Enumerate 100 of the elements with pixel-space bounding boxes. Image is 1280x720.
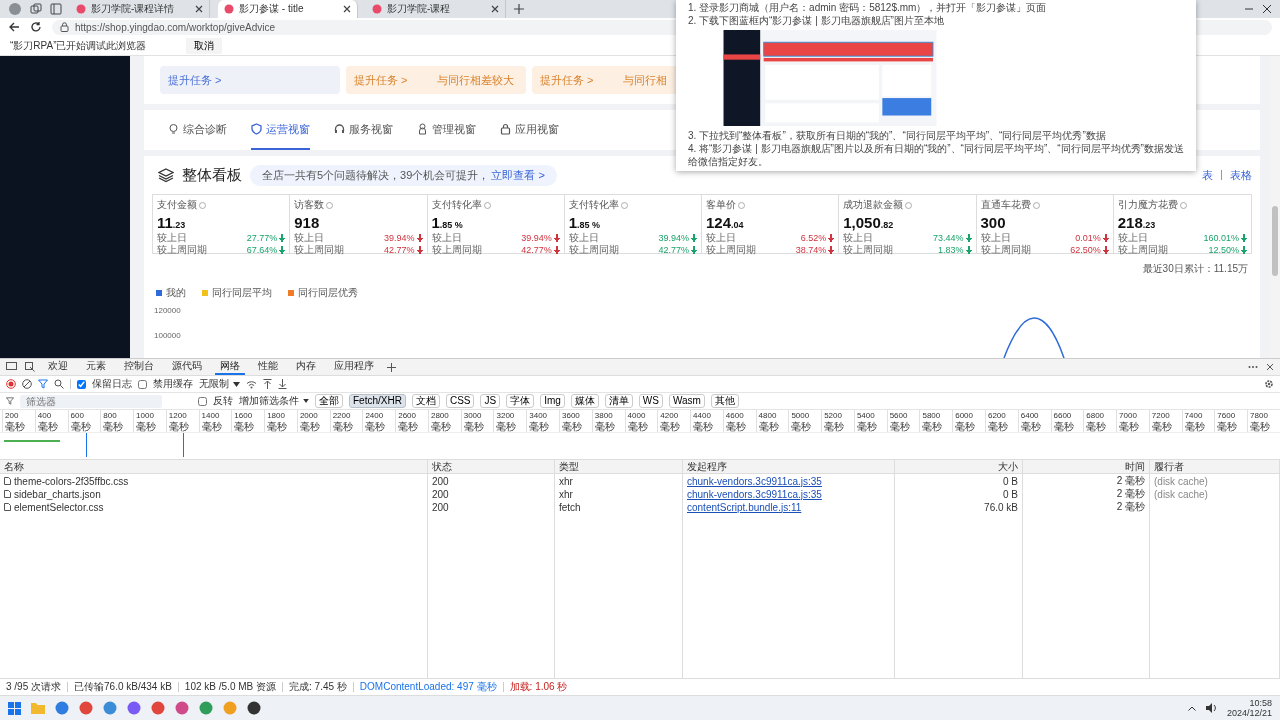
type-filter-chip[interactable]: 字体 [506,394,535,408]
clock[interactable]: 10:58 2024/12/21 [1226,698,1272,718]
download-icon[interactable] [278,379,287,389]
clear-icon[interactable] [22,379,32,389]
info-icon [1179,201,1187,209]
type-filter-chip[interactable]: 清单 [604,394,633,408]
tick-unit: 毫秒 [365,421,386,432]
view-tab[interactable]: 综合诊断 [168,110,227,150]
table-cell: 0 B [1003,488,1018,500]
view-tab[interactable]: 服务视窗 [334,110,393,150]
invert-checkbox[interactable] [198,396,207,406]
wifi-icon[interactable] [246,379,257,389]
task-link[interactable]: 提升任务 > [168,72,222,88]
comparison-label: 较上日 [431,232,462,244]
inspect-icon[interactable] [25,362,35,372]
filter-field[interactable]: 筛选器 [20,394,162,408]
timeline-tick-label: 1000 [136,410,154,421]
chevron-up-icon[interactable] [1187,705,1196,711]
type-filter-chip[interactable]: Wasm [668,394,705,408]
devtools-tab[interactable]: 欢迎 [43,359,73,375]
timeline-tick-label: 7600 [1217,410,1236,421]
device-icon[interactable] [6,362,17,372]
devtools-tab[interactable]: 应用程序 [329,359,379,375]
settings-icon[interactable] [1264,379,1274,389]
plus-icon[interactable] [514,4,524,14]
view-tab[interactable]: 管理视窗 [417,110,476,150]
type-filter-chip[interactable]: 文档 [411,394,440,408]
y-tick-label: 120000 [154,306,181,315]
info-icon [483,201,491,209]
devtools-tab[interactable]: 网络 [215,359,245,375]
devtools-tab[interactable]: 源代码 [167,359,207,375]
add-filter-dropdown[interactable]: 增加筛选条件 [239,394,309,408]
browser-tab[interactable]: 影刀参谋 - title [218,0,358,18]
plus-icon[interactable] [387,362,396,372]
request-name[interactable]: sidebar_charts.json [14,488,101,500]
close-icon[interactable] [343,5,351,13]
lock-icon [500,123,511,135]
tick-unit: 毫秒 [332,421,353,432]
disable-cache-checkbox[interactable] [138,379,147,389]
view-switch-link[interactable]: 表 [1202,167,1213,183]
column-header[interactable]: 时间 [1023,460,1150,474]
windows-logo-icon[interactable] [8,701,21,715]
column-header[interactable]: 名称 [0,460,428,474]
timeline-tick-label: 200 [5,410,19,421]
type-filter-chip[interactable]: 媒体 [570,394,599,408]
timeline-tick-label: 4400 [693,410,711,421]
back-icon[interactable] [8,21,20,33]
throttle-dropdown[interactable]: 无限制 [199,377,240,391]
speaker-icon[interactable] [1205,703,1217,713]
metric-value: 918 [294,214,320,231]
close-icon[interactable] [195,5,203,13]
initiator-link[interactable]: chunk-vendors.3c9911ca.js:35 [687,488,822,500]
view-tab[interactable]: 应用视窗 [500,110,559,150]
timeline-tick-label: 2400 [365,410,384,421]
devtools-tab[interactable]: 内存 [291,359,321,375]
column-header[interactable]: 履行者 [1150,460,1280,474]
record-icon[interactable] [6,379,16,389]
profile-icon[interactable] [8,2,22,16]
column-header[interactable]: 大小 [895,460,1023,474]
search-icon[interactable] [54,379,64,389]
workspaces-icon[interactable] [30,3,42,15]
close-icon[interactable] [1262,4,1272,14]
request-name[interactable]: elementSelector.css [14,501,104,513]
timeline-tick-label: 5600 [889,410,908,421]
column-header[interactable]: 状态 [428,460,555,474]
close-icon[interactable] [491,5,499,13]
type-filter-chip[interactable]: 全部 [315,394,343,408]
type-filter-chip[interactable]: Fetch/XHR [349,394,406,408]
upload-icon[interactable] [263,379,272,389]
close-icon[interactable] [1266,363,1274,371]
initiator-link[interactable]: chunk-vendors.3c9911ca.js:35 [687,475,822,487]
scrollbar-thumb[interactable] [1272,206,1278,276]
cancel-button[interactable]: 取消 [186,37,223,54]
tab-actions-icon[interactable] [50,3,62,15]
view-tab[interactable]: 运营视窗 [251,110,310,150]
metric-name: 客单价 [706,198,736,212]
type-filter-chip[interactable]: Img [540,394,565,408]
reload-icon[interactable] [30,21,42,33]
devtools-tab[interactable]: 性能 [253,359,283,375]
filter-icon[interactable] [38,379,48,389]
type-filter-chip[interactable]: WS [638,394,663,408]
column-header[interactable]: 发起程序 [683,460,895,474]
tick-unit: 毫秒 [1250,421,1271,432]
tick-unit: 毫秒 [1020,421,1041,432]
type-filter-chip[interactable]: CSS [445,394,475,408]
checkbox-label: 反转 [213,394,233,408]
tab-title: 影刀参谋 - title [239,2,305,16]
devtools-tab[interactable]: 控制台 [119,359,159,375]
preserve-log-checkbox[interactable] [77,379,86,389]
app-icon[interactable] [247,701,261,715]
devtools-tab[interactable]: 元素 [81,359,111,375]
view-now-link[interactable]: 立即查看 > [491,167,545,183]
view-switch-link[interactable]: 表格 [1230,167,1252,183]
type-filter-chip[interactable]: JS [480,394,501,408]
tick-unit: 毫秒 [693,421,714,432]
more-icon[interactable] [1248,365,1258,369]
type-filter-chip[interactable]: 其他 [710,394,739,408]
column-header[interactable]: 类型 [555,460,683,474]
initiator-link[interactable]: contentScript.bundle.js:11 [687,501,802,513]
request-name[interactable]: theme-colors-2f35ffbc.css [14,475,129,487]
